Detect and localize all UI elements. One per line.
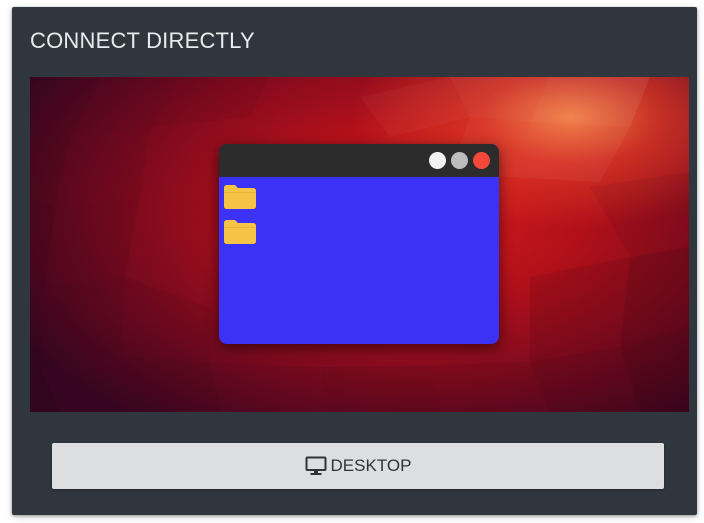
window-white-dot-icon (429, 152, 446, 169)
desktop-button-label: DESKTOP (330, 456, 412, 475)
app-window-illustration (219, 144, 499, 344)
desktop-button[interactable]: DESKTOP (52, 443, 664, 489)
card-title: CONNECT DIRECTLY (30, 28, 255, 53)
connect-directly-card: CONNECT DIRECTLY DESKTOP (12, 7, 697, 515)
window-gray-dot-icon (451, 152, 468, 169)
window-titlebar (219, 144, 499, 177)
action-area: DESKTOP (12, 412, 697, 515)
folder-icon (224, 185, 256, 209)
window-red-dot-icon (473, 152, 490, 169)
desktop-preview (30, 77, 689, 412)
monitor-icon (305, 456, 327, 475)
folder-icon (224, 220, 256, 244)
